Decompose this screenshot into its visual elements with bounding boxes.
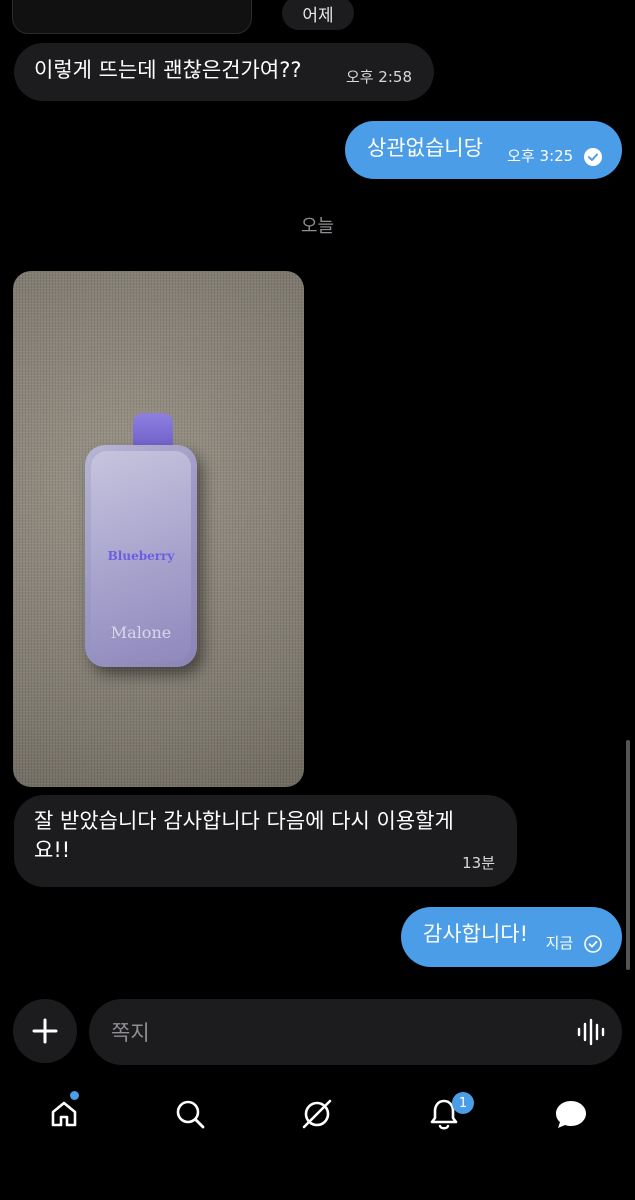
- message-outgoing[interactable]: 상관없습니당 오후 3:25: [345, 121, 622, 179]
- messages-icon: [556, 1101, 586, 1128]
- home-icon: [51, 1101, 77, 1127]
- message-text: 상관없습니당: [367, 136, 483, 160]
- add-attachment-button[interactable]: [13, 999, 77, 1063]
- message-incoming[interactable]: 잘 받았습니다 감사합니다 다음에 다시 이용할게 요!! 13분: [14, 795, 517, 887]
- date-label-yesterday: 어제: [282, 0, 354, 30]
- nav-messages[interactable]: [549, 1092, 593, 1136]
- message-text: 이렇게 뜨는데 괜찮은건가여??: [34, 58, 302, 82]
- message-time-wrap: 오후 3:25: [507, 146, 602, 167]
- nav-home[interactable]: [42, 1092, 86, 1136]
- device-flavor-text: Blueberry: [107, 549, 175, 563]
- message-time-wrap: 지금: [546, 933, 602, 954]
- voice-message-icon[interactable]: [576, 1018, 606, 1046]
- plus-icon: [32, 1018, 58, 1044]
- message-time: 오후 2:58: [345, 68, 412, 86]
- search-icon: [176, 1100, 205, 1129]
- message-text: 감사합니다!: [423, 922, 529, 946]
- device-brand-text: Malone: [110, 623, 172, 642]
- previous-message-bubble: [12, 0, 252, 34]
- message-incoming[interactable]: 이렇게 뜨는데 괜찮은건가여?? 오후 2:58: [14, 43, 434, 101]
- nav-search[interactable]: [168, 1092, 212, 1136]
- explore-icon: [302, 1099, 332, 1129]
- message-input[interactable]: [109, 999, 553, 1067]
- message-text-line2: 요!!: [34, 838, 71, 863]
- photo-message[interactable]: Blueberry Malone: [13, 271, 304, 787]
- message-text-line1: 잘 받았습니다 감사합니다 다음에 다시 이용할게: [34, 809, 454, 833]
- message-time: 지금: [545, 934, 574, 952]
- message-outgoing[interactable]: 감사합니다! 지금: [401, 907, 622, 967]
- day-separator: 오늘: [300, 216, 335, 237]
- read-check-icon: [584, 147, 602, 166]
- device-face: Blueberry Malone: [91, 451, 191, 661]
- message-time: 13분: [462, 854, 495, 872]
- notification-badge: 1: [452, 1092, 474, 1114]
- device-body: Blueberry Malone: [85, 445, 197, 667]
- home-unread-dot: [70, 1091, 79, 1100]
- nav-explore[interactable]: [295, 1092, 339, 1136]
- message-composer[interactable]: [89, 999, 622, 1067]
- scrollbar[interactable]: [626, 740, 630, 970]
- sent-check-icon: [584, 934, 602, 953]
- message-time: 오후 3:25: [507, 147, 574, 165]
